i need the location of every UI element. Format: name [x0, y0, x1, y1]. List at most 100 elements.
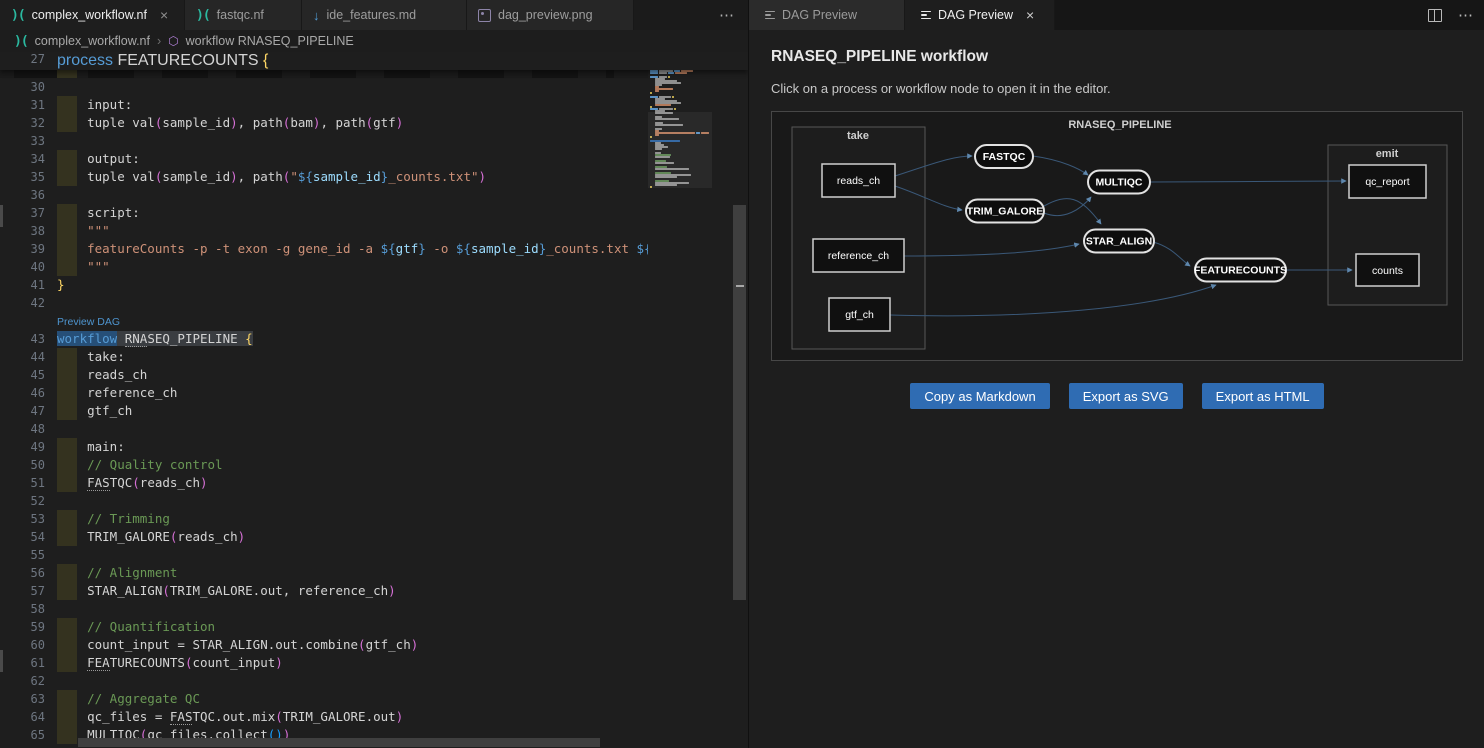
line-number[interactable]: 63 [0, 690, 45, 708]
panel-more-actions-icon[interactable]: ⋯ [1458, 6, 1473, 24]
code-row[interactable]: 32 tuple val(sample_id), path(bam), path… [0, 114, 748, 132]
dag-node-gtf-ch[interactable]: gtf_ch [829, 298, 890, 331]
codelens-preview-dag-link[interactable]: Preview DAG [57, 313, 120, 331]
code-row[interactable]: 40 """ [0, 258, 748, 276]
dag-node-featurecounts[interactable]: FEATURECOUNTS [1194, 259, 1287, 282]
line-number[interactable]: 62 [0, 672, 45, 690]
line-number[interactable]: 41 [0, 276, 45, 294]
line-number[interactable]: 60 [0, 636, 45, 654]
code-row[interactable]: 54 TRIM_GALORE(reads_ch) [0, 528, 748, 546]
tab-fastqc[interactable]: )( fastqc.nf [185, 0, 302, 30]
code-row[interactable]: 47 gtf_ch [0, 402, 748, 420]
code-row[interactable]: 35 tuple val(sample_id), path("${sample_… [0, 168, 748, 186]
dag-node-fastqc[interactable]: FASTQC [975, 145, 1033, 168]
code-row[interactable]: 38 """ [0, 222, 748, 240]
line-number[interactable]: 42 [0, 294, 45, 312]
line-number[interactable]: 54 [0, 528, 45, 546]
code-row[interactable]: 48 [0, 420, 748, 438]
line-number[interactable]: 38 [0, 222, 45, 240]
line-number[interactable]: 35 [0, 168, 45, 186]
line-number[interactable]: 37 [0, 204, 45, 222]
code-row[interactable]: 33 [0, 132, 748, 150]
export-as-html-button[interactable]: Export as HTML [1202, 383, 1324, 409]
code-row[interactable]: 51 FASTQC(reads_ch) [0, 474, 748, 492]
code-row[interactable]: 60 count_input = STAR_ALIGN.out.combine(… [0, 636, 748, 654]
close-icon[interactable]: × [1026, 8, 1034, 22]
code-row[interactable]: 30 [0, 78, 748, 96]
line-number[interactable]: 46 [0, 384, 45, 402]
line-number[interactable]: 53 [0, 510, 45, 528]
line-number[interactable]: 40 [0, 258, 45, 276]
line-number[interactable]: 36 [0, 186, 45, 204]
line-number[interactable]: 50 [0, 456, 45, 474]
code-row[interactable]: 63 // Aggregate QC [0, 690, 748, 708]
line-number[interactable]: 45 [0, 366, 45, 384]
vertical-scrollbar-thumb[interactable] [733, 205, 746, 600]
code-row[interactable]: 46 reference_ch [0, 384, 748, 402]
line-number[interactable]: 56 [0, 564, 45, 582]
minimap-slider[interactable] [648, 112, 712, 188]
code-row[interactable]: 42 [0, 294, 748, 312]
code-row[interactable]: 45 reads_ch [0, 366, 748, 384]
code-row[interactable]: 58 [0, 600, 748, 618]
editor-more-actions-icon[interactable]: ⋯ [719, 0, 734, 30]
line-number[interactable]: 55 [0, 546, 45, 564]
line-number[interactable]: 30 [0, 78, 45, 96]
dag-node-reference-ch[interactable]: reference_ch [813, 239, 904, 272]
copy-as-markdown-button[interactable]: Copy as Markdown [910, 383, 1049, 409]
line-number[interactable]: 34 [0, 150, 45, 168]
line-number[interactable]: 64 [0, 708, 45, 726]
dag-node-counts[interactable]: counts [1356, 254, 1419, 286]
line-number[interactable]: 59 [0, 618, 45, 636]
vertical-scrollbar[interactable] [732, 52, 747, 748]
code-row[interactable]: 59 // Quantification [0, 618, 748, 636]
line-number[interactable]: 52 [0, 492, 45, 510]
line-number[interactable]: 65 [0, 726, 45, 744]
line-number[interactable]: 66 [0, 744, 45, 748]
minimap[interactable] [648, 52, 712, 748]
sticky-scroll-line[interactable]: 27 process FEATURECOUNTS { [0, 52, 748, 70]
dag-node-qc-report[interactable]: qc_report [1349, 165, 1426, 198]
code-row[interactable]: 53 // Trimming [0, 510, 748, 528]
code-row[interactable]: 31 input: [0, 96, 748, 114]
code-row[interactable]: 55 [0, 546, 748, 564]
line-number[interactable]: 48 [0, 420, 45, 438]
line-number[interactable]: 49 [0, 438, 45, 456]
code-row[interactable]: 61 FEATURECOUNTS(count_input) [0, 654, 748, 672]
code-editor[interactable]: 27 process FEATURECOUNTS { 3031 input:32… [0, 52, 748, 748]
line-number[interactable]: 39 [0, 240, 45, 258]
horizontal-scrollbar-thumb[interactable] [78, 738, 600, 747]
line-number[interactable]: 57 [0, 582, 45, 600]
tab-dag-preview-png[interactable]: dag_preview.png [467, 0, 634, 30]
code-row[interactable]: 34 output: [0, 150, 748, 168]
code-row[interactable]: 36 [0, 186, 748, 204]
dag-node-multiqc[interactable]: MULTIQC [1088, 171, 1150, 194]
line-number[interactable]: 43 [0, 330, 45, 348]
tab-ide-features[interactable]: ↓ ide_features.md [302, 0, 467, 30]
code-row[interactable]: 57 STAR_ALIGN(TRIM_GALORE.out, reference… [0, 582, 748, 600]
breadcrumb-file[interactable]: complex_workflow.nf [35, 34, 150, 48]
code-row[interactable]: 37 script: [0, 204, 748, 222]
line-number[interactable]: 32 [0, 114, 45, 132]
code-row[interactable]: 43workflow RNASEQ_PIPELINE { [0, 330, 748, 348]
code-row[interactable]: 49 main: [0, 438, 748, 456]
line-number[interactable]: 58 [0, 600, 45, 618]
line-number[interactable]: 61 [0, 654, 45, 672]
code-row[interactable]: 52 [0, 492, 748, 510]
tab-dag-preview-active[interactable]: DAG Preview × [905, 0, 1055, 30]
code-row[interactable]: 56 // Alignment [0, 564, 748, 582]
code-row[interactable]: 64 qc_files = FASTQC.out.mix(TRIM_GALORE… [0, 708, 748, 726]
tab-dag-preview-inactive[interactable]: DAG Preview [749, 0, 905, 30]
split-editor-icon[interactable] [1428, 9, 1442, 22]
export-as-svg-button[interactable]: Export as SVG [1069, 383, 1183, 409]
line-number[interactable]: 31 [0, 96, 45, 114]
close-icon[interactable]: × [160, 8, 168, 22]
dag-node-trim-galore[interactable]: TRIM_GALORE [966, 200, 1044, 223]
dag-node-star-align[interactable]: STAR_ALIGN [1084, 230, 1154, 253]
breadcrumb-symbol[interactable]: workflow RNASEQ_PIPELINE [186, 34, 354, 48]
code-row[interactable]: 44 take: [0, 348, 748, 366]
line-number[interactable]: 33 [0, 132, 45, 150]
code-row[interactable]: 39 featureCounts -p -t exon -g gene_id -… [0, 240, 748, 258]
line-number[interactable]: 51 [0, 474, 45, 492]
code-row[interactable]: 62 [0, 672, 748, 690]
